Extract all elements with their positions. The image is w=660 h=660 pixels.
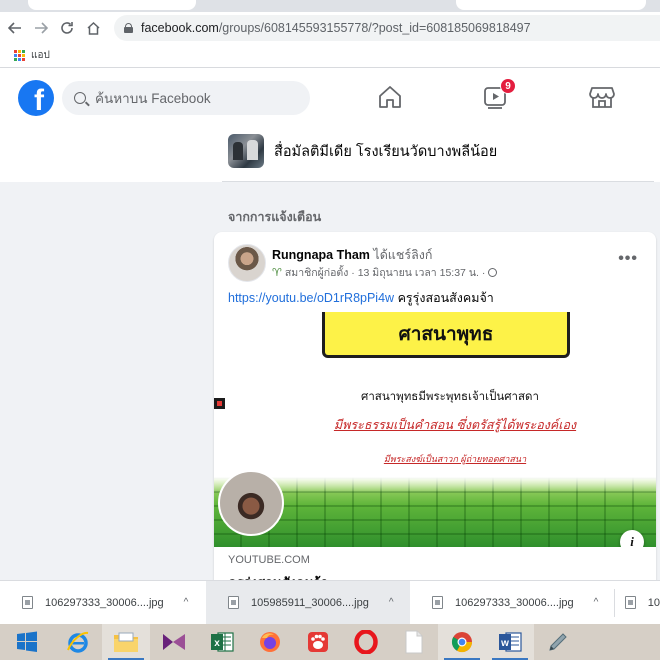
author-avatar[interactable]	[228, 244, 266, 282]
download-item[interactable]: 105985911_30006....jpg ^	[206, 580, 410, 625]
video-preview[interactable]: ศาสนาพุทธ ศาสนาพุทธมีพระพุทธเจ้าเป็นศาสด…	[214, 312, 656, 547]
forward-arrow-icon[interactable]	[30, 17, 52, 39]
reload-icon[interactable]	[56, 17, 78, 39]
download-filename: 106297333_30006....jpg	[455, 596, 574, 609]
facebook-logo-icon[interactable]: f	[18, 80, 54, 116]
presenter-webcam	[218, 470, 284, 536]
slide-line: มีพระสงฆ์เป็นสาวก ผู้ถ่ายทอดศาสนา	[383, 454, 527, 464]
image-file-icon	[432, 596, 443, 609]
image-file-icon	[625, 596, 636, 609]
bookmarks-bar: แอป	[0, 44, 660, 68]
chevron-up-icon[interactable]: ^	[594, 597, 599, 608]
group-banner: สื่อมัลติมีเดีย โรงเรียนวัดบางพลีน้อย	[0, 126, 660, 182]
info-button[interactable]: i	[620, 530, 644, 547]
download-filename: 105985911_30006....jpg	[251, 596, 369, 609]
internet-explorer-icon[interactable]	[54, 624, 102, 660]
post-action: ได้แชร์ลิงก์	[373, 248, 433, 262]
image-file-icon	[228, 596, 239, 609]
svg-text:x: x	[214, 638, 220, 649]
group-thumbnail	[228, 134, 264, 168]
download-shelf: 106297333_30006....jpg ^ 105985911_30006…	[0, 580, 660, 625]
download-filename: 10	[647, 596, 660, 609]
taskbar: x w	[0, 624, 660, 660]
browser-tab[interactable]	[456, 0, 646, 10]
author-name[interactable]: Rungnapa Tham	[272, 248, 370, 262]
download-item[interactable]: 106297333_30006....jpg ^	[0, 581, 206, 625]
section-label: จากการแจ้งเตือน	[228, 210, 322, 224]
address-bar: facebook.com/groups/608145593155778/?pos…	[0, 12, 660, 44]
divider	[222, 181, 654, 182]
home-icon[interactable]	[82, 17, 104, 39]
more-options-button[interactable]: •••	[618, 250, 638, 268]
firefox-icon[interactable]	[246, 624, 294, 660]
post-meta: ♈ สมาชิกผู้ก่อตั้ง · 13 มิถุนายน เวลา 15…	[272, 264, 498, 281]
url-domain: facebook.com	[141, 21, 219, 35]
visual-studio-icon[interactable]	[150, 624, 198, 660]
facebook-search-input[interactable]: ค้นหาบน Facebook	[62, 81, 310, 115]
group-link[interactable]: สื่อมัลติมีเดีย โรงเรียนวัดบางพลีน้อย	[228, 134, 497, 168]
search-icon	[74, 92, 86, 104]
pen-tool-icon[interactable]	[534, 624, 582, 660]
slide-line: ศาสนาพุทธมีพระพุทธเจ้าเป็นศาสดา	[361, 391, 539, 403]
tab-strip	[0, 0, 660, 12]
post-card: Rungnapa Tham ได้แชร์ลิงก์ ♈ สมาชิกผู้ก่…	[214, 232, 656, 592]
marketplace-icon[interactable]	[588, 84, 616, 110]
watch-video-icon[interactable]: 9	[482, 78, 516, 110]
download-item[interactable]: 106297333_30006....jpg ^	[410, 581, 614, 625]
screen: facebook.com/groups/608145593155778/?pos…	[0, 0, 660, 660]
excel-icon[interactable]: x	[198, 624, 246, 660]
chrome-icon[interactable]	[438, 624, 486, 660]
post-text: https://youtu.be/oD1rR8pPi4w ครูรุ่งสอนส…	[228, 288, 494, 308]
apps-grid-icon[interactable]	[14, 50, 25, 61]
post-author-line: Rungnapa Tham ได้แชร์ลิงก์	[272, 245, 432, 265]
file-explorer-icon[interactable]	[102, 624, 150, 660]
member-role: สมาชิกผู้ก่อตั้ง	[284, 267, 349, 279]
blank-file-icon[interactable]	[390, 624, 438, 660]
back-arrow-icon[interactable]	[4, 17, 26, 39]
group-name: สื่อมัลติมีเดีย โรงเรียนวัดบางพลีน้อย	[274, 143, 498, 160]
image-file-icon	[22, 596, 33, 609]
home-nav-icon[interactable]	[376, 84, 404, 110]
slide-line: มีพระธรรมเป็นคำสอน ซึ่งตรัสรู้ได้พระองค์…	[333, 418, 577, 432]
slide-title: ศาสนาพุทธ	[322, 312, 570, 358]
download-filename: 106297333_30006....jpg	[45, 596, 164, 609]
globe-icon	[488, 268, 498, 277]
windows-start-icon[interactable]	[0, 624, 54, 660]
chevron-up-icon[interactable]: ^	[389, 597, 394, 608]
facebook-header: f ค้นหาบน Facebook 9	[0, 68, 660, 126]
search-placeholder: ค้นหาบน Facebook	[95, 91, 211, 106]
record-indicator-icon	[214, 398, 225, 409]
bookmark-apps-label[interactable]: แอป	[31, 48, 50, 63]
svg-text:w: w	[500, 638, 509, 649]
browser-tab[interactable]	[28, 0, 196, 10]
url-path: /groups/608145593155778/?post_id=6081850…	[218, 21, 531, 35]
baidu-icon[interactable]	[294, 624, 342, 660]
post-timestamp[interactable]: · 13 มิถุนายน เวลา 15:37 น. ·	[351, 264, 485, 281]
notification-badge: 9	[500, 78, 516, 94]
post-link[interactable]: https://youtu.be/oD1rR8pPi4w	[228, 291, 394, 305]
download-item[interactable]: 10	[615, 581, 660, 625]
chevron-up-icon[interactable]: ^	[184, 597, 189, 608]
word-icon[interactable]: w	[486, 624, 534, 660]
url-field[interactable]: facebook.com/groups/608145593155778/?pos…	[114, 15, 660, 41]
link-domain: YOUTUBE.COM	[228, 554, 310, 566]
post-caption: ครูรุ่งสอนสังคมจ้า	[397, 291, 494, 305]
opera-icon[interactable]	[342, 624, 390, 660]
founding-member-icon: ♈	[272, 267, 282, 279]
lock-icon	[124, 23, 133, 33]
